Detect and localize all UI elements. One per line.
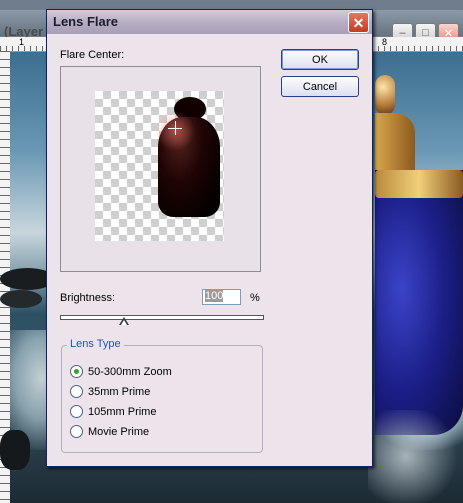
radio-button-selected[interactable] xyxy=(70,365,83,378)
radio-button[interactable] xyxy=(70,405,83,418)
brightness-input[interactable]: 100 xyxy=(202,289,241,305)
perfume-bottle-image xyxy=(375,75,463,435)
rock xyxy=(0,430,30,470)
flare-center-label: Flare Center: xyxy=(60,49,125,61)
radio-35mm[interactable]: 35mm Prime xyxy=(70,385,150,398)
close-icon[interactable]: ✕ xyxy=(348,12,369,33)
crosshair-icon[interactable] xyxy=(175,121,176,135)
radio-button[interactable] xyxy=(70,425,83,438)
lens-type-legend: Lens Type xyxy=(67,338,124,350)
brightness-label: Brightness: xyxy=(60,292,116,304)
flare-preview-frame xyxy=(60,66,261,272)
bottle-cap xyxy=(375,75,395,115)
brightness-slider[interactable] xyxy=(60,315,264,320)
radio-zoom[interactable]: 50-300mm Zoom xyxy=(70,365,172,378)
brightness-value: 100 xyxy=(205,290,224,302)
lens-flare-dialog: Lens Flare ✕ Flare Center: OK Cancel Bri… xyxy=(46,9,373,467)
radio-label: 105mm Prime xyxy=(88,405,157,418)
flare-preview[interactable] xyxy=(95,91,224,241)
radio-label: Movie Prime xyxy=(88,425,150,438)
radio-movie[interactable]: Movie Prime xyxy=(70,425,149,438)
radio-105mm[interactable]: 105mm Prime xyxy=(70,405,156,418)
radio-label: 35mm Prime xyxy=(88,385,151,398)
dialog-titlebar[interactable]: Lens Flare ✕ xyxy=(47,10,372,34)
bottle-neck xyxy=(375,113,415,173)
dialog-body: Flare Center: OK Cancel Brightness: 100 … xyxy=(47,34,372,466)
cancel-button[interactable]: Cancel xyxy=(281,76,359,97)
radio-label: 50-300mm Zoom xyxy=(88,365,172,378)
radio-button[interactable] xyxy=(70,385,83,398)
rock xyxy=(0,290,42,308)
brightness-unit: % xyxy=(250,292,260,304)
dialog-title: Lens Flare xyxy=(53,14,119,29)
ok-button[interactable]: OK xyxy=(281,49,359,70)
bottle-ring xyxy=(375,170,463,198)
bottle-body xyxy=(375,170,463,435)
slider-thumb-inner xyxy=(121,320,127,325)
light-glow xyxy=(368,410,463,503)
